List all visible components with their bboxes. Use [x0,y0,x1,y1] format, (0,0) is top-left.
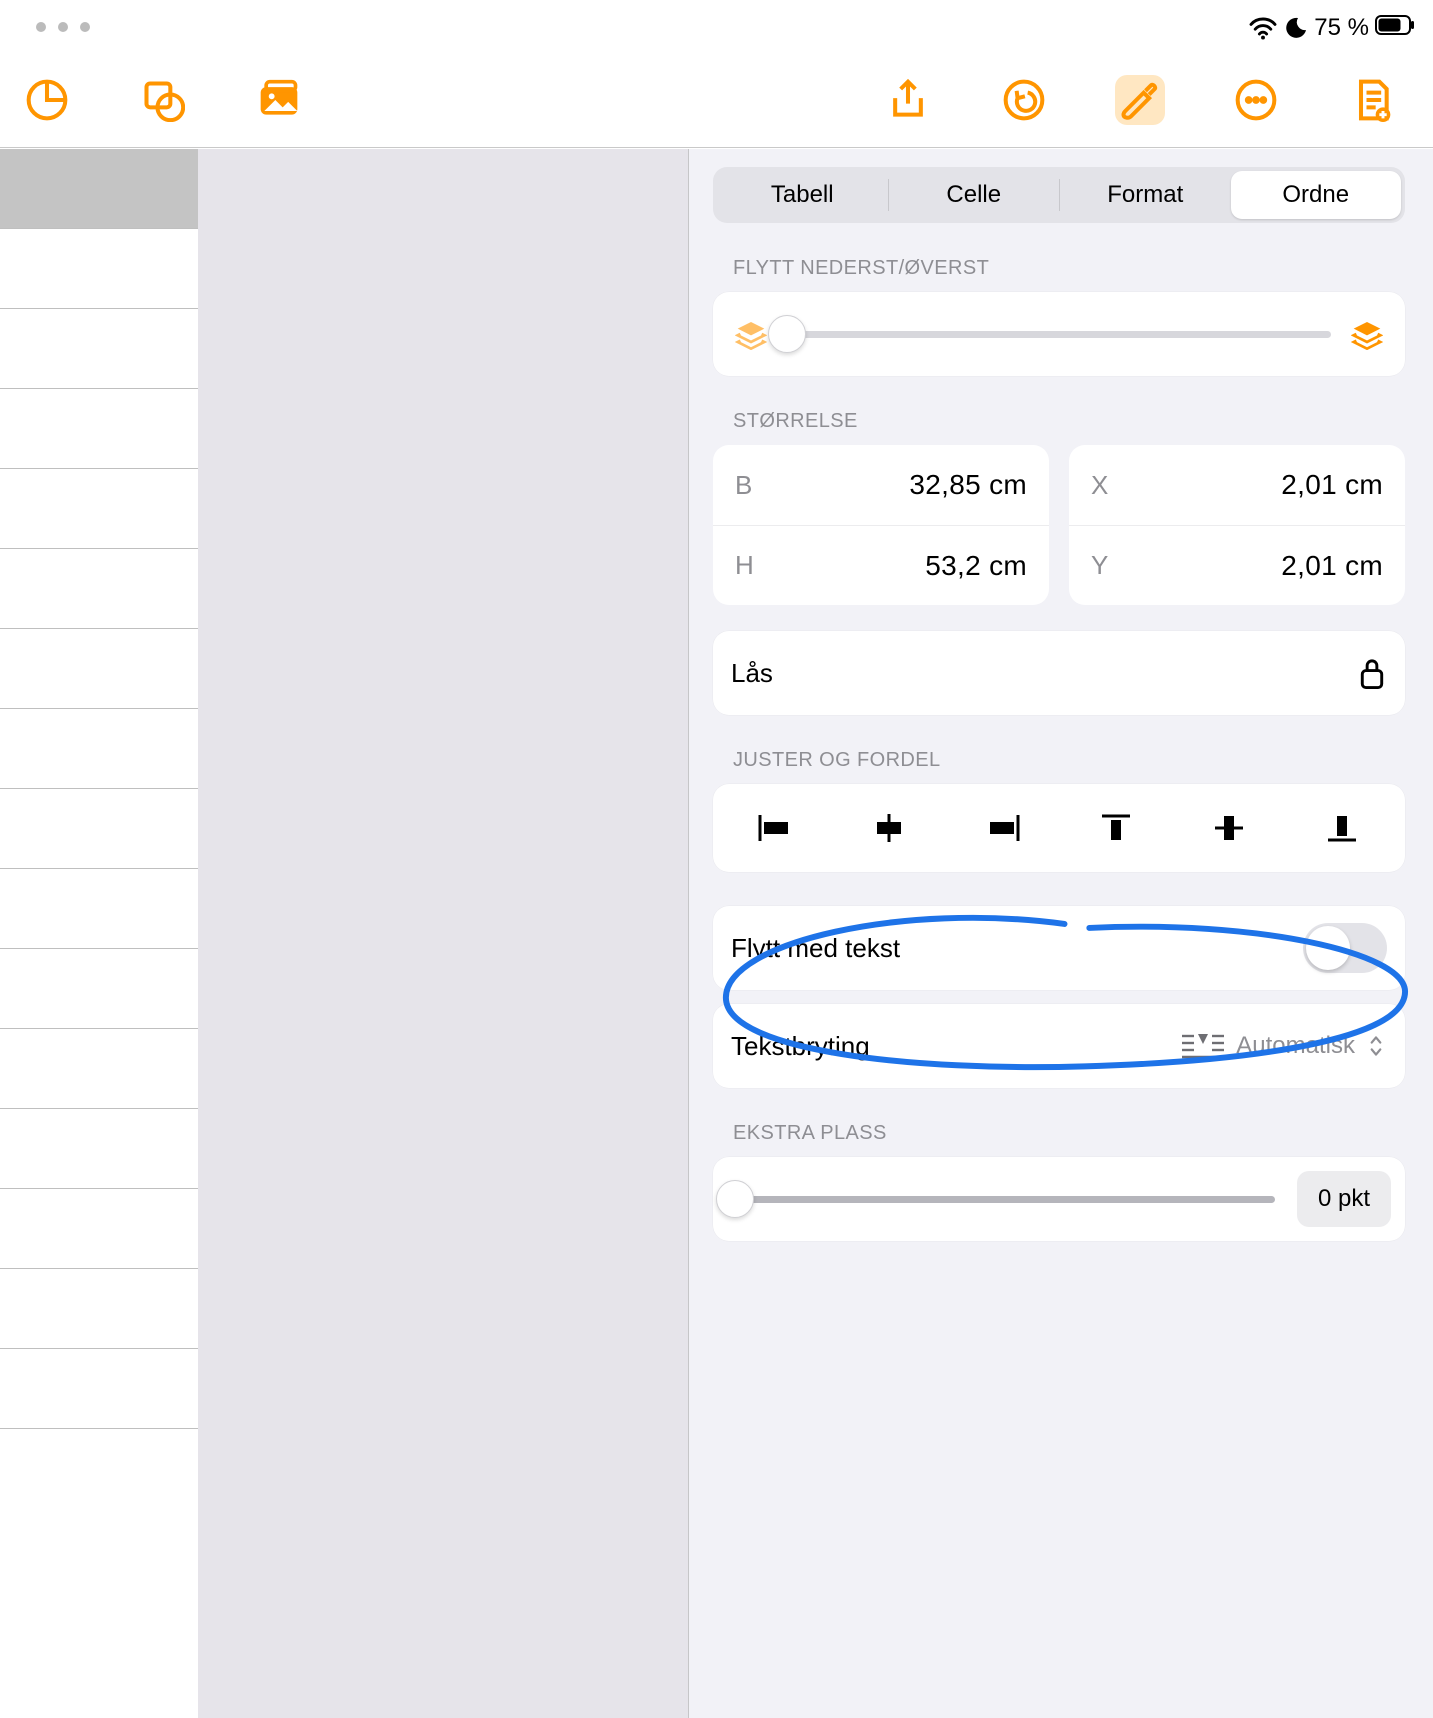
shape-button[interactable] [138,75,188,125]
media-button[interactable] [254,75,304,125]
bring-front-icon [1351,318,1383,350]
status-bar: 75 % [1248,14,1415,42]
send-back-icon [735,318,767,350]
table-first-column[interactable] [0,149,198,1718]
width-field[interactable]: B32,85 cm [713,445,1049,525]
section-align: JUSTER OG FORDEL [733,749,1405,772]
section-move-layer: FLYTT NEDERST/ØVERST [733,257,1405,280]
battery-text: 75 % [1314,14,1369,42]
x-field[interactable]: X2,01 cm [1069,445,1405,525]
document-settings-button[interactable] [1347,75,1397,125]
wrap-mode-icon [1180,1032,1226,1060]
align-right-button[interactable] [979,805,1025,851]
lock-icon [1357,656,1387,690]
share-button[interactable] [883,75,933,125]
section-size: STØRRELSE [733,410,1405,433]
text-wrap-row[interactable]: Tekstbryting Automatisk [713,1004,1405,1088]
align-bottom-button[interactable] [1319,805,1365,851]
move-with-text-toggle[interactable] [1303,923,1387,973]
align-hcenter-button[interactable] [866,805,912,851]
lock-row[interactable]: Lås [713,631,1405,715]
extra-space-row[interactable]: 0 pkt [713,1157,1405,1241]
section-extra-space: EKSTRA PLASS [733,1122,1405,1145]
toolbar [0,52,1433,148]
moon-icon [1284,16,1308,40]
wifi-icon [1248,16,1278,40]
table-body[interactable] [198,149,688,1718]
height-field[interactable]: H53,2 cm [713,525,1049,605]
inspector-tabs: Tabell Celle Format Ordne [713,167,1405,223]
more-button[interactable] [1231,75,1281,125]
layer-track[interactable] [787,331,1331,338]
align-top-button[interactable] [1093,805,1139,851]
undo-button[interactable] [999,75,1049,125]
layer-order-slider[interactable] [713,292,1405,376]
chart-button[interactable] [22,75,72,125]
tab-format[interactable]: Format [1060,171,1231,219]
align-vcenter-button[interactable] [1206,805,1252,851]
layer-thumb[interactable] [768,315,806,353]
canvas[interactable] [0,149,688,1718]
align-distribute-row [713,784,1405,872]
tab-ordne[interactable]: Ordne [1231,171,1402,219]
extra-space-thumb[interactable] [716,1180,754,1218]
extra-space-value[interactable]: 0 pkt [1297,1171,1391,1227]
align-left-button[interactable] [753,805,799,851]
multitask-dots[interactable] [36,22,90,32]
format-brush-button[interactable] [1115,75,1165,125]
format-inspector-panel: Tabell Celle Format Ordne FLYTT NEDERST/… [688,149,1433,1718]
chevron-up-down-icon [1365,1034,1387,1058]
move-with-text-row[interactable]: Flytt med tekst [713,906,1405,990]
battery-icon [1375,14,1415,42]
tab-celle[interactable]: Celle [889,171,1060,219]
extra-space-slider[interactable] [735,1196,1275,1203]
y-field[interactable]: Y2,01 cm [1069,525,1405,605]
tab-tabell[interactable]: Tabell [717,171,888,219]
